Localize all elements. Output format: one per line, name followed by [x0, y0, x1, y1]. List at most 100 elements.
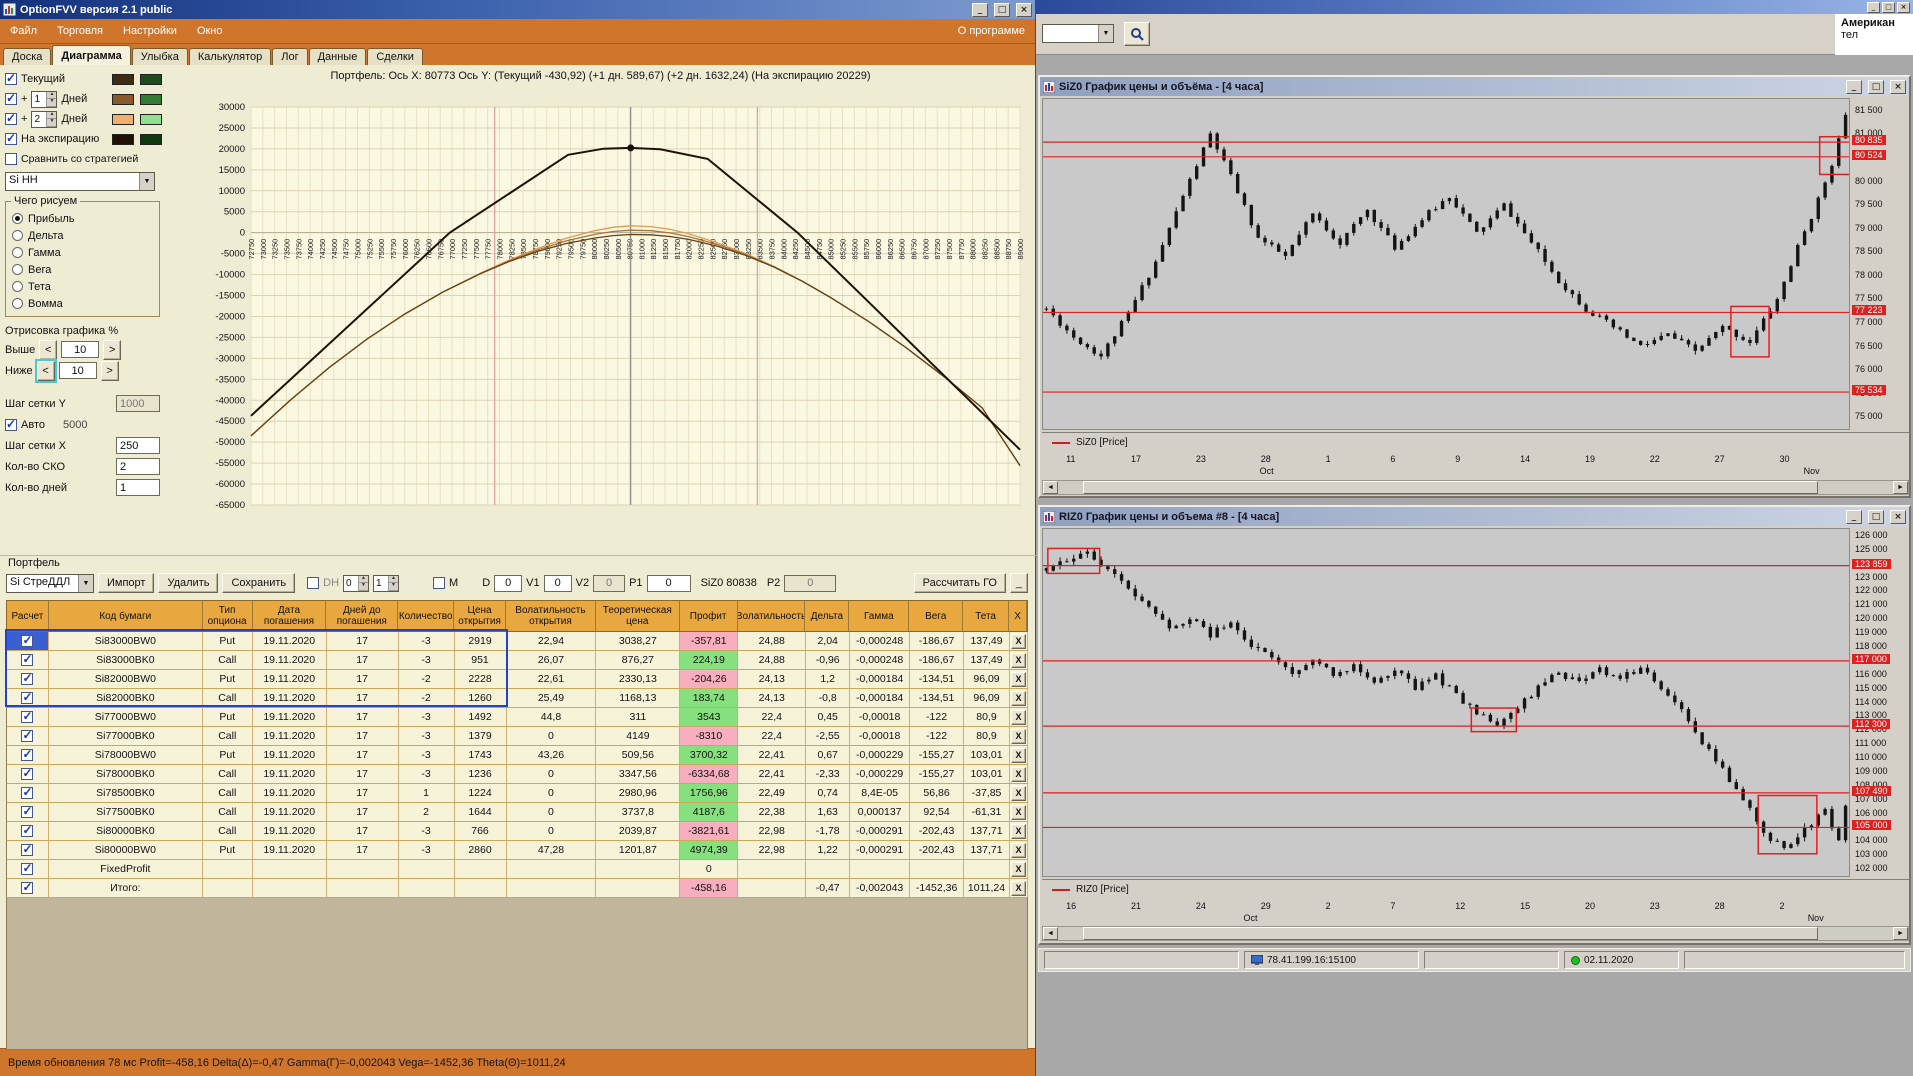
scroll-right-arrow[interactable]: ► — [1893, 481, 1908, 494]
menu-item-2[interactable]: Настройки — [113, 25, 187, 37]
row-delete-cell[interactable]: X — [1010, 708, 1028, 726]
draw-option-Гамма[interactable]: Гамма — [12, 244, 155, 261]
row-delete-button[interactable]: X — [1011, 767, 1026, 782]
plus2-days-stepper[interactable]: 2▲▼ — [31, 111, 57, 128]
row-check-cell[interactable] — [7, 708, 49, 726]
v1-input[interactable]: 0 — [544, 575, 572, 592]
row-delete-cell[interactable]: X — [1010, 689, 1028, 707]
sko-input[interactable]: 2 — [116, 458, 160, 475]
draw-option-Тета[interactable]: Тета — [12, 278, 155, 295]
row-check-cell[interactable] — [7, 841, 49, 859]
row-delete-cell[interactable]: X — [1010, 746, 1028, 764]
row-checkbox[interactable] — [21, 730, 33, 742]
v2-input[interactable]: 0 — [593, 575, 625, 592]
row-check-cell[interactable] — [7, 746, 49, 764]
row-checkbox[interactable] — [21, 787, 33, 799]
row-checkbox[interactable] — [21, 635, 33, 647]
row-delete-button[interactable]: X — [1011, 824, 1026, 839]
spin1[interactable]: 0▲▼ — [343, 575, 369, 592]
row-checkbox[interactable] — [21, 768, 33, 780]
row-check-cell[interactable] — [7, 803, 49, 821]
p1-input[interactable]: 0 — [647, 575, 691, 592]
compare-row[interactable]: Сравнить со стратегией — [5, 149, 162, 169]
above-increase-button[interactable]: > — [103, 340, 121, 360]
plus1-checkbox[interactable] — [5, 93, 17, 105]
scroll-track[interactable] — [1058, 481, 1893, 494]
draw-option-Вомма[interactable]: Вомма — [12, 295, 155, 312]
row-delete-button[interactable]: X — [1011, 881, 1026, 896]
minimize-button[interactable]: _ — [1846, 80, 1862, 94]
row-check-cell[interactable] — [7, 632, 49, 650]
draw-option-Дельта[interactable]: Дельта — [12, 227, 155, 244]
below-increase-button[interactable]: > — [101, 361, 119, 381]
row-checkbox[interactable] — [21, 749, 33, 761]
row-checkbox[interactable] — [21, 711, 33, 723]
row-delete-cell[interactable]: X — [1010, 879, 1028, 897]
save-button[interactable]: Сохранить — [222, 573, 295, 593]
auto-checkbox[interactable] — [5, 419, 17, 431]
draw-option-Вега[interactable]: Вега — [12, 261, 155, 278]
row-delete-cell[interactable]: X — [1010, 651, 1028, 669]
tab-Доска[interactable]: Доска — [3, 48, 51, 65]
row-checkbox[interactable] — [21, 692, 33, 704]
curve-row-plus1[interactable]: + 1▲▼ Дней — [5, 89, 162, 109]
row-delete-cell[interactable]: X — [1010, 632, 1028, 650]
title-bar[interactable]: OptionFVV версия 2.1 public _ □ × — [0, 0, 1035, 19]
d-input[interactable]: 0 — [494, 575, 522, 592]
row-checkbox[interactable] — [21, 825, 33, 837]
delete-button[interactable]: Удалить — [158, 573, 218, 593]
draw-option-Прибыль[interactable]: Прибыль — [12, 210, 155, 227]
row-delete-cell[interactable]: X — [1010, 765, 1028, 783]
row-delete-cell[interactable]: X — [1010, 727, 1028, 745]
row-check-cell[interactable] — [7, 651, 49, 669]
menu-item-1[interactable]: Торговля — [47, 25, 113, 37]
scroll-thumb[interactable] — [1083, 927, 1818, 940]
restore-button[interactable]: □ — [1868, 510, 1884, 524]
row-checkbox[interactable] — [21, 654, 33, 666]
below-decrease-button[interactable]: < — [37, 361, 55, 381]
row-check-cell[interactable] — [7, 860, 49, 878]
row-check-cell[interactable] — [7, 727, 49, 745]
row-delete-button[interactable]: X — [1011, 786, 1026, 801]
above-decrease-button[interactable]: < — [39, 340, 57, 360]
row-delete-cell[interactable]: X — [1010, 803, 1028, 821]
calc-go-button[interactable]: Рассчитать ГО — [914, 573, 1006, 593]
row-delete-cell[interactable]: X — [1010, 860, 1028, 878]
row-delete-button[interactable]: X — [1011, 710, 1026, 725]
p2-input[interactable]: 0 — [784, 575, 836, 592]
menu-item-3[interactable]: Окно — [187, 25, 233, 37]
import-button[interactable]: Импорт — [98, 573, 154, 593]
search-user-button[interactable] — [1124, 22, 1150, 46]
tab-Диаграмма[interactable]: Диаграмма — [52, 45, 130, 65]
row-delete-button[interactable]: X — [1011, 805, 1026, 820]
tab-Калькулятор[interactable]: Калькулятор — [189, 48, 271, 65]
below-value-input[interactable]: 10 — [59, 362, 97, 379]
minimize-button[interactable]: _ — [1846, 510, 1862, 524]
row-delete-button[interactable]: X — [1011, 843, 1026, 858]
row-delete-cell[interactable]: X — [1010, 822, 1028, 840]
scroll-track[interactable] — [1058, 927, 1893, 940]
row-check-cell[interactable] — [7, 670, 49, 688]
tab-Улыбка[interactable]: Улыбка — [132, 48, 188, 65]
row-delete-button[interactable]: X — [1011, 634, 1026, 649]
scroll-left-arrow[interactable]: ◄ — [1043, 927, 1058, 940]
row-delete-button[interactable]: X — [1011, 748, 1026, 763]
row-check-cell[interactable] — [7, 784, 49, 802]
close-button[interactable]: × — [1897, 2, 1910, 13]
row-check-cell[interactable] — [7, 689, 49, 707]
row-checkbox[interactable] — [21, 863, 33, 875]
row-check-cell[interactable] — [7, 879, 49, 897]
restore-button[interactable]: □ — [1868, 80, 1884, 94]
row-check-cell[interactable] — [7, 822, 49, 840]
row-delete-button[interactable]: X — [1011, 653, 1026, 668]
curve-row-plus2[interactable]: + 2▲▼ Дней — [5, 109, 162, 129]
maximize-button[interactable]: □ — [1882, 2, 1895, 13]
menu-about[interactable]: О программе — [958, 25, 1025, 37]
row-delete-button[interactable]: X — [1011, 862, 1026, 877]
menu-item-0[interactable]: Файл — [0, 25, 47, 37]
current-checkbox[interactable] — [5, 73, 17, 85]
row-checkbox[interactable] — [21, 844, 33, 856]
above-value-input[interactable]: 10 — [61, 341, 99, 358]
close-button[interactable]: × — [1890, 80, 1906, 94]
spin2[interactable]: 1▲▼ — [373, 575, 399, 592]
